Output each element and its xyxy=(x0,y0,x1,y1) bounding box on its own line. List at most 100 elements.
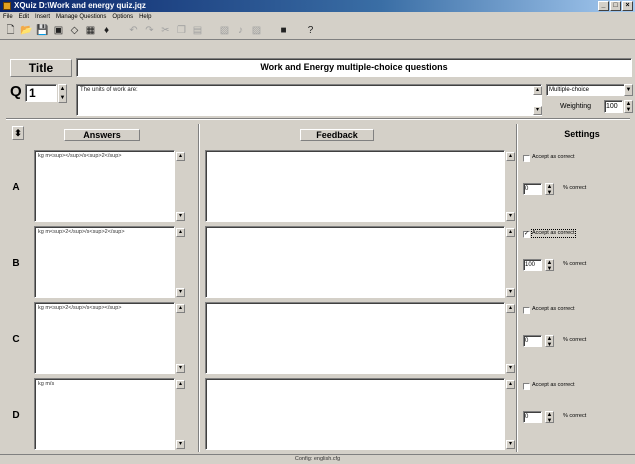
open-icon[interactable]: 📂 xyxy=(20,24,33,37)
feedback-scroll-down-button[interactable]: ▾ xyxy=(506,288,515,297)
menu-item-insert[interactable]: Insert xyxy=(35,12,50,22)
accept-label[interactable]: Accept as correct xyxy=(532,382,575,389)
question-text-field[interactable]: The units of work are: xyxy=(76,84,542,116)
answer-scroll-down-button[interactable]: ▾ xyxy=(176,288,185,297)
percent-field-b[interactable]: 100 xyxy=(523,259,542,271)
grid-icon[interactable]: ▦ xyxy=(84,24,97,37)
answer-scroll-up-button[interactable]: ▴ xyxy=(176,304,185,313)
window-title: XQuiz D:\Work and energy quiz.jqz xyxy=(14,1,146,10)
percent-correct-label: % correct xyxy=(563,337,587,343)
menu-item-edit[interactable]: Edit xyxy=(19,12,29,22)
maximize-button[interactable]: □ xyxy=(610,1,621,11)
answer-label-a: A xyxy=(12,182,20,193)
pin-icon[interactable]: ♦ xyxy=(100,24,113,37)
percent-field-c[interactable]: 0 xyxy=(523,335,542,347)
feedback-field-a[interactable] xyxy=(205,150,505,222)
feedback-field-b[interactable] xyxy=(205,226,505,298)
answer-label-c: C xyxy=(12,334,20,345)
new-icon[interactable]: 🗋 xyxy=(4,24,17,37)
weighting-label: Weighting xyxy=(560,103,592,110)
accept-checkbox-c[interactable] xyxy=(523,307,530,314)
status-bar: Config: english.cfg xyxy=(0,454,635,464)
title-bar: XQuiz D:\Work and energy quiz.jqz _ □ × xyxy=(0,0,635,12)
feedback-scroll-down-button[interactable]: ▾ xyxy=(506,212,515,221)
menu-item-options[interactable]: Options xyxy=(112,12,133,22)
question-type-select[interactable]: Multiple-choice xyxy=(546,84,625,96)
question-number-spinner[interactable]: ▲ ▼ xyxy=(58,84,67,103)
column-divider xyxy=(516,124,518,452)
answer-scroll-down-button[interactable]: ▾ xyxy=(176,440,185,449)
feedback-scroll-down-button[interactable]: ▾ xyxy=(506,440,515,449)
title-field[interactable]: Work and Energy multiple-choice question… xyxy=(76,58,632,77)
feedback-field-c[interactable] xyxy=(205,302,505,374)
answer-field-a[interactable]: kg m<sup></sup>/s<sup>2</sup> xyxy=(34,150,175,222)
accept-label[interactable]: Accept as correct xyxy=(532,306,575,313)
question-text-scroll-up-button[interactable]: ▴ xyxy=(533,86,542,95)
answer-field-d[interactable]: kg m/s xyxy=(34,378,175,450)
feedback-scroll-down-button[interactable]: ▾ xyxy=(506,364,515,373)
monitor-icon[interactable]: ■ xyxy=(277,24,290,37)
movie-icon[interactable]: ▨ xyxy=(250,24,263,37)
feedback-scroll-up-button[interactable]: ▴ xyxy=(506,152,515,161)
menu-item-file[interactable]: File xyxy=(3,12,13,22)
save-icon[interactable]: 💾 xyxy=(36,24,49,37)
percent-correct-label: % correct xyxy=(563,261,587,267)
accept-checkbox-d[interactable] xyxy=(523,383,530,390)
column-divider xyxy=(198,124,200,452)
menu-item-help[interactable]: Help xyxy=(139,12,151,22)
answer-label-d: D xyxy=(12,410,20,421)
answer-field-c[interactable]: kg m<sup>2</sup>/s<sup></sup> xyxy=(34,302,175,374)
help-icon[interactable]: ? xyxy=(304,24,317,37)
save-all-icon[interactable]: ▣ xyxy=(52,24,65,37)
answers-header: Answers xyxy=(64,129,140,141)
answer-field-b[interactable]: kg m<sup>2</sup>/s<sup>2</sup> xyxy=(34,226,175,298)
question-text-scroll-down-button[interactable]: ▾ xyxy=(533,106,542,115)
feedback-scroll-up-button[interactable]: ▴ xyxy=(506,304,515,313)
weighting-field[interactable]: 100 xyxy=(604,100,623,113)
chevron-down-icon[interactable]: ▼ xyxy=(624,84,633,96)
app-icon xyxy=(3,2,11,10)
percent-spinner[interactable]: ▲ ▼ xyxy=(545,259,554,272)
answer-label-b: B xyxy=(12,258,20,269)
percent-field-d[interactable]: 0 xyxy=(523,411,542,423)
percent-spinner[interactable]: ▲ ▼ xyxy=(545,183,554,196)
accept-checkbox-b[interactable]: ✓ xyxy=(523,231,530,238)
answer-scroll-up-button[interactable]: ▴ xyxy=(176,152,185,161)
feedback-scroll-up-button[interactable]: ▴ xyxy=(506,228,515,237)
menu-item-manage-questions[interactable]: Manage Questions xyxy=(56,12,106,22)
menu-bar: File Edit Insert Manage Questions Options Hel… xyxy=(0,12,635,22)
redo-icon[interactable]: ↷ xyxy=(143,24,156,37)
sort-answers-button[interactable]: ⬍ xyxy=(12,126,24,140)
feedback-field-d[interactable] xyxy=(205,378,505,450)
question-label: Q xyxy=(10,83,22,100)
paste-icon[interactable]: ▤ xyxy=(191,24,204,37)
minimize-button[interactable]: _ xyxy=(598,1,609,11)
toolbar: 🗋 📂 💾 ▣ ◇ ▦ ♦ ↶ ↷ ✂ ❐ ▤ ▧ ♪ ▨ ■? xyxy=(0,22,635,40)
percent-field-a[interactable]: 0 xyxy=(523,183,542,195)
accept-label[interactable]: Accept as correct xyxy=(531,229,576,238)
answer-scroll-down-button[interactable]: ▾ xyxy=(176,212,185,221)
question-number-field[interactable]: 1 xyxy=(25,84,57,102)
image-icon[interactable]: ▧ xyxy=(218,24,231,37)
accept-label[interactable]: Accept as correct xyxy=(532,154,575,161)
title-label: Title xyxy=(10,59,72,77)
copy-icon[interactable]: ❐ xyxy=(175,24,188,37)
answer-scroll-down-button[interactable]: ▾ xyxy=(176,364,185,373)
percent-spinner[interactable]: ▲ ▼ xyxy=(545,411,554,424)
percent-correct-label: % correct xyxy=(563,185,587,191)
answer-scroll-up-button[interactable]: ▴ xyxy=(176,380,185,389)
percent-spinner[interactable]: ▲ ▼ xyxy=(545,335,554,348)
feedback-scroll-up-button[interactable]: ▴ xyxy=(506,380,515,389)
accept-checkbox-a[interactable] xyxy=(523,155,530,162)
close-button[interactable]: × xyxy=(622,1,633,11)
answer-scroll-up-button[interactable]: ▴ xyxy=(176,228,185,237)
weighting-spinner[interactable]: ▲ ▼ xyxy=(624,100,633,113)
feedback-header: Feedback xyxy=(300,129,374,141)
separator xyxy=(6,118,630,120)
cut-icon[interactable]: ✂ xyxy=(159,24,172,37)
percent-correct-label: % correct xyxy=(563,413,587,419)
settings-header: Settings xyxy=(564,129,600,139)
undo-icon[interactable]: ↶ xyxy=(127,24,140,37)
diamond-icon[interactable]: ◇ xyxy=(68,24,81,37)
sound-icon[interactable]: ♪ xyxy=(234,24,247,37)
